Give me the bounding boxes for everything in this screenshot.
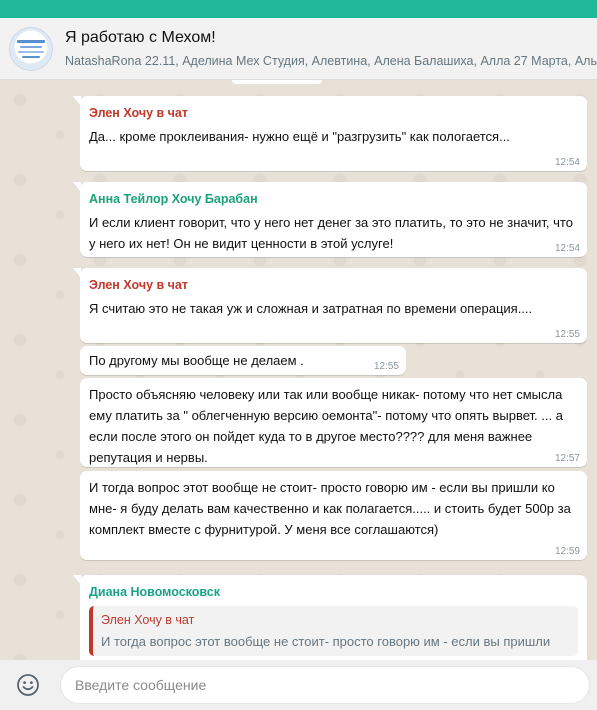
avatar-logo-line — [22, 55, 40, 58]
message-bubble[interactable]: Просто объясняю человеку или так или воо… — [80, 378, 587, 467]
message-time: 12:54 — [554, 243, 580, 254]
message-text: Да... кроме проклеивания- нужно ещё и "р… — [89, 129, 510, 144]
message-text: По другому мы вообще не делаем . — [89, 353, 304, 368]
message-sender[interactable]: Анна Тейлор Хочу Барабан — [89, 191, 578, 207]
message-list[interactable]: Элен Хочу в чат Да... кроме проклеивания… — [0, 80, 597, 660]
message-bubble[interactable]: По другому мы вообще не делаем . 12:55 — [80, 346, 406, 375]
message-bubble[interactable]: Анна Тейлор Хочу Барабан И если клиент г… — [73, 182, 587, 257]
message-bubble[interactable]: Диана Новомосковск Элен Хочу в чат И тог… — [73, 575, 587, 660]
message-time: 12:59 — [554, 546, 580, 557]
message-time: 12:55 — [554, 329, 580, 340]
message-time: 12:54 — [554, 157, 580, 168]
quoted-text: И тогда вопрос этот вообще не стоит- про… — [101, 634, 551, 649]
window-top-bar — [0, 0, 597, 18]
bubble-tail — [73, 268, 81, 278]
compose-bar — [0, 660, 597, 710]
message-sender[interactable]: Элен Хочу в чат — [89, 277, 578, 293]
bubble-tail — [73, 182, 81, 192]
message-time: 12:57 — [554, 453, 580, 464]
message-list-scrollbar[interactable] — [587, 80, 597, 660]
bubble-tail — [73, 96, 81, 106]
message-sender[interactable]: Элен Хочу в чат — [89, 105, 578, 121]
message-text: Я считаю это не такая уж и сложная и зат… — [89, 301, 533, 316]
avatar-logo-line — [18, 50, 44, 53]
bubble-tail — [73, 575, 81, 585]
chat-header[interactable]: Я работаю с Мехом! NatashaRona 22.11, Ад… — [0, 18, 597, 80]
message-time: 12:55 — [373, 361, 399, 372]
chat-title: Я работаю с Мехом! — [65, 29, 216, 46]
chat-info[interactable]: Я работаю с Мехом! NatashaRona 22.11, Ад… — [65, 28, 597, 69]
chat-members: NatashaRona 22.11, Аделина Мех Студия, А… — [65, 54, 597, 68]
previous-message-edge — [232, 80, 322, 84]
smiley-icon[interactable] — [14, 671, 42, 699]
message-bubble[interactable]: Элен Хочу в чат Я считаю это не такая уж… — [73, 268, 587, 343]
message-text: Просто объясняю человеку или так или воо… — [89, 387, 563, 465]
message-input[interactable] — [60, 666, 590, 704]
avatar-logo-line — [20, 45, 42, 48]
quoted-message[interactable]: Элен Хочу в чат И тогда вопрос этот вооб… — [89, 606, 578, 656]
quoted-sender: Элен Хочу в чат — [101, 613, 195, 627]
avatar-logo-line — [17, 39, 45, 43]
message-bubble[interactable]: И тогда вопрос этот вообще не стоит- про… — [80, 471, 587, 560]
message-text: И если клиент говорит, что у него нет де… — [89, 215, 573, 251]
message-sender[interactable]: Диана Новомосковск — [89, 584, 578, 600]
message-bubble[interactable]: Элен Хочу в чат Да... кроме проклеивания… — [73, 96, 587, 171]
message-text: И тогда вопрос этот вообще не стоит- про… — [89, 480, 571, 537]
group-avatar[interactable] — [9, 26, 53, 71]
